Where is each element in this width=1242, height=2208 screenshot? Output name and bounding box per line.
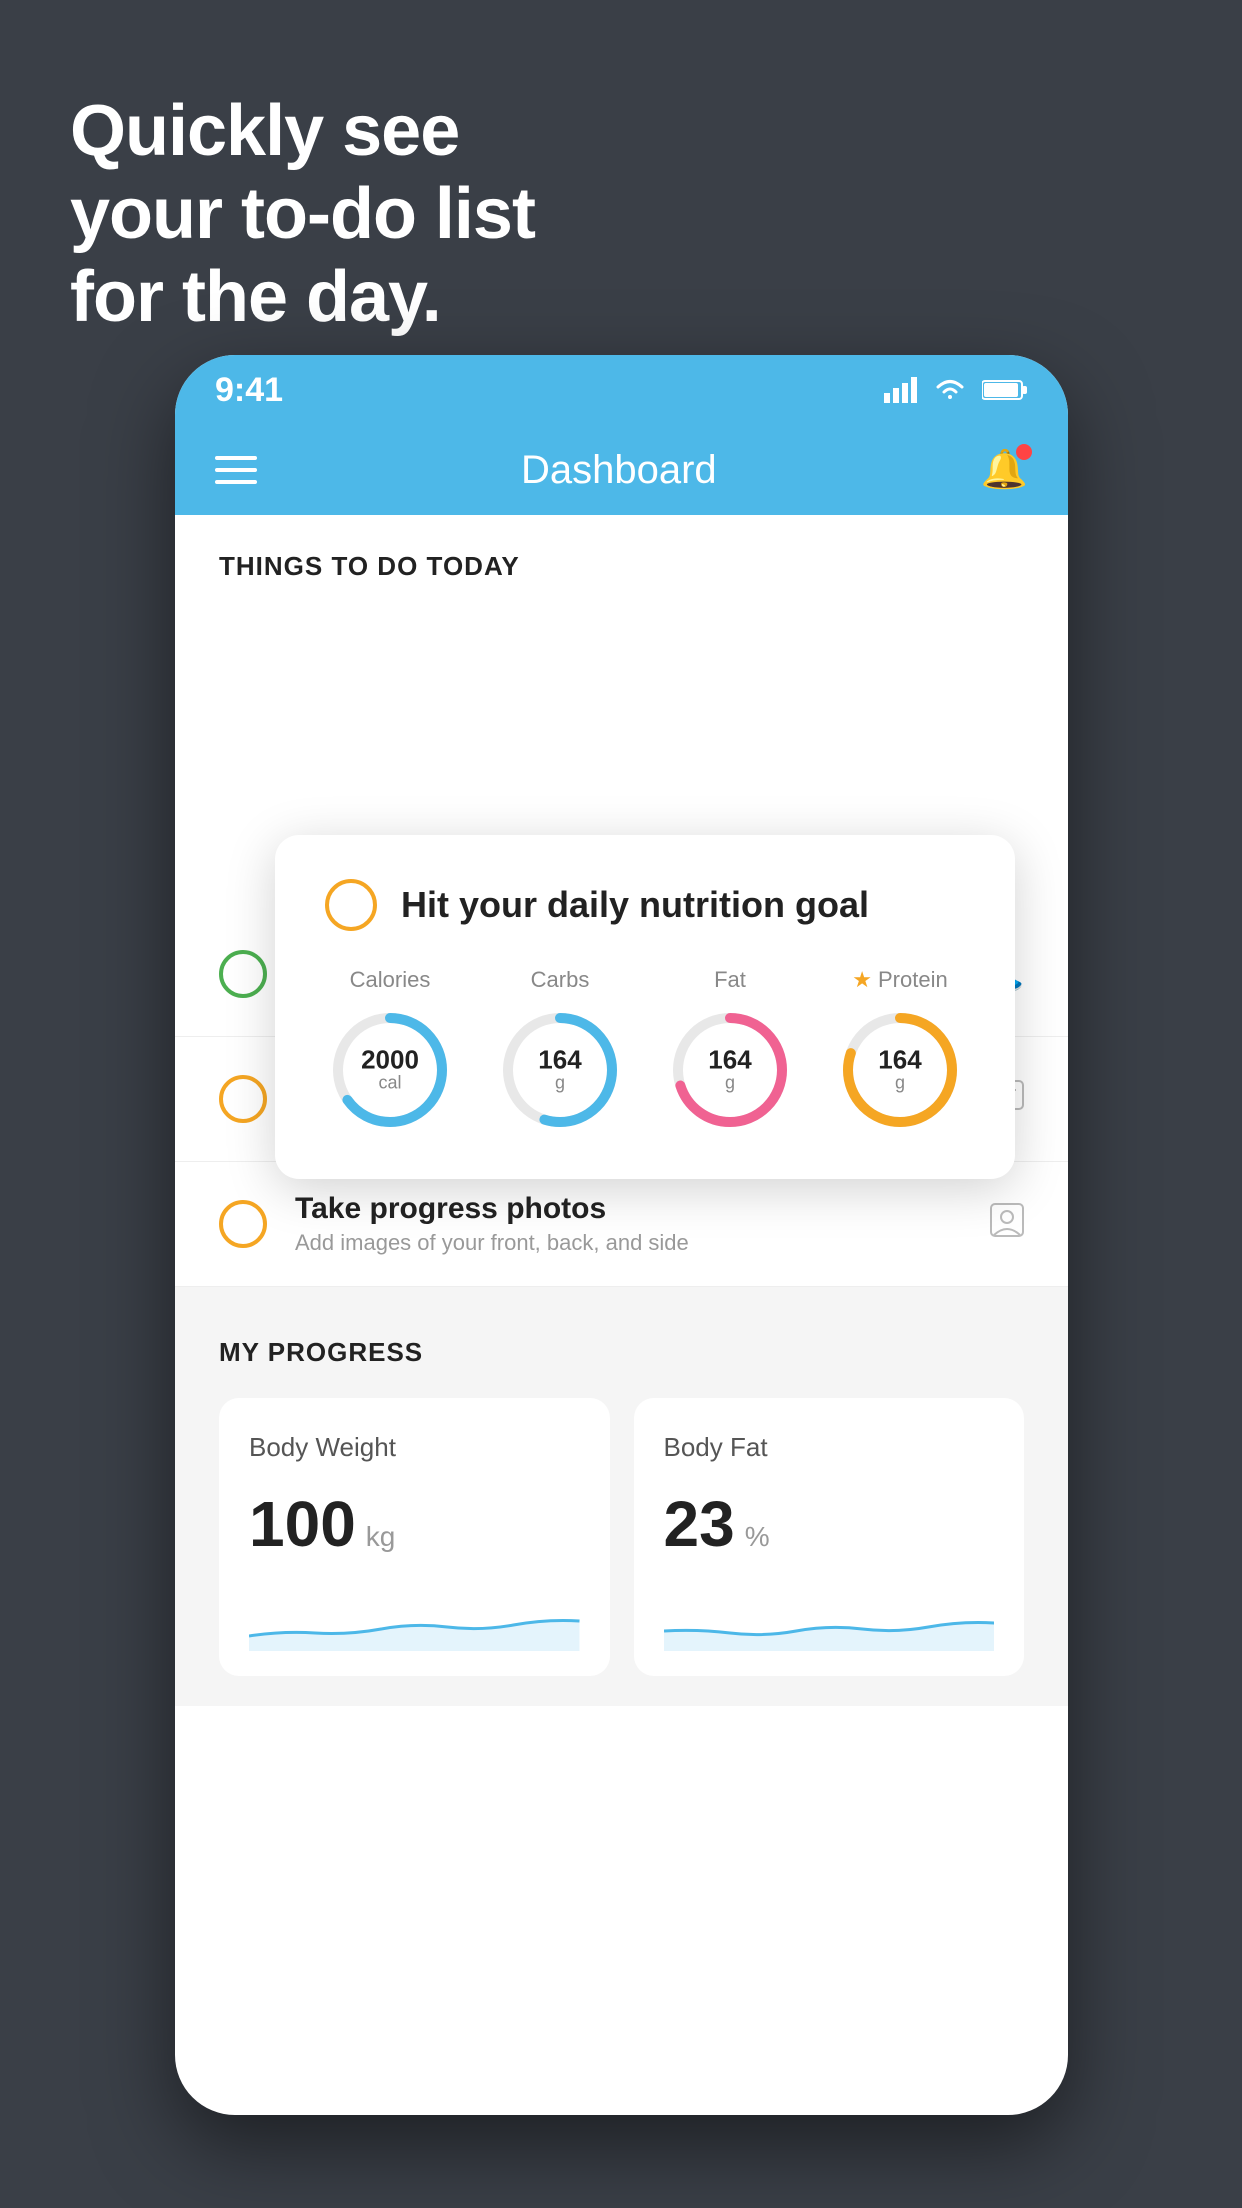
protein-star-icon: ★ — [852, 967, 872, 993]
calories-value: 2000 — [361, 1047, 419, 1073]
carbs-donut: 164 g — [495, 1005, 625, 1135]
protein-unit: g — [878, 1073, 921, 1094]
status-bar: 9:41 — [175, 355, 1068, 425]
photos-icon — [990, 1203, 1024, 1245]
body-fat-card-title: Body Fat — [664, 1432, 995, 1463]
calories-label: Calories — [350, 967, 431, 993]
body-weight-value-row: 100 kg — [249, 1487, 580, 1561]
signal-icon — [884, 377, 918, 403]
protein-value: 164 — [878, 1047, 921, 1073]
body-fat-value-row: 23 % — [664, 1487, 995, 1561]
fat-unit: g — [708, 1073, 751, 1094]
macro-protein: ★ Protein 164 g — [835, 967, 965, 1135]
notification-badge — [1016, 444, 1032, 460]
fat-value: 164 — [708, 1047, 751, 1073]
wifi-icon — [932, 377, 968, 403]
todo-circle-photos — [219, 1200, 267, 1248]
todo-circle-running — [219, 950, 267, 998]
app-header: Dashboard 🔔 — [175, 425, 1068, 515]
progress-section-title: MY PROGRESS — [219, 1337, 1024, 1368]
todo-text-photos: Take progress photos Add images of your … — [295, 1192, 962, 1256]
macro-carbs: Carbs 164 g — [495, 967, 625, 1135]
phone-mockup: 9:41 D — [175, 355, 1068, 2115]
body-fat-sparkline — [664, 1591, 995, 1651]
nutrition-card-title: Hit your daily nutrition goal — [401, 884, 869, 926]
notifications-button[interactable]: 🔔 — [981, 448, 1028, 492]
calories-unit: cal — [361, 1073, 419, 1094]
body-weight-card[interactable]: Body Weight 100 kg — [219, 1398, 610, 1676]
fat-donut: 164 g — [665, 1005, 795, 1135]
todo-sub-photos: Add images of your front, back, and side — [295, 1230, 962, 1256]
status-icons — [884, 377, 1028, 403]
header-title: Dashboard — [521, 448, 717, 493]
nutrition-card[interactable]: Hit your daily nutrition goal Calories 2… — [275, 835, 1015, 1179]
status-time: 9:41 — [215, 371, 283, 410]
progress-section: MY PROGRESS Body Weight 100 kg Body Fat … — [175, 1287, 1068, 1706]
fat-label: Fat — [714, 967, 746, 993]
battery-icon — [982, 378, 1028, 402]
progress-cards: Body Weight 100 kg Body Fat 23 % — [219, 1398, 1024, 1676]
todo-circle-body-stats — [219, 1075, 267, 1123]
todo-item-photos[interactable]: Take progress photos Add images of your … — [175, 1162, 1068, 1287]
body-weight-value: 100 — [249, 1487, 356, 1561]
things-to-do-label: THINGS TO DO TODAY — [175, 515, 1068, 602]
body-fat-unit: % — [745, 1521, 770, 1553]
body-fat-card[interactable]: Body Fat 23 % — [634, 1398, 1025, 1676]
headline: Quickly see your to-do list for the day. — [70, 90, 535, 338]
carbs-unit: g — [538, 1073, 581, 1094]
macro-fat: Fat 164 g — [665, 967, 795, 1135]
macro-calories: Calories 2000 cal — [325, 967, 455, 1135]
menu-button[interactable] — [215, 456, 257, 484]
body-weight-card-title: Body Weight — [249, 1432, 580, 1463]
todo-title-photos: Take progress photos — [295, 1192, 962, 1226]
calories-donut: 2000 cal — [325, 1005, 455, 1135]
macros-row: Calories 2000 cal Carbs — [325, 967, 965, 1135]
protein-donut: 164 g — [835, 1005, 965, 1135]
body-weight-sparkline — [249, 1591, 580, 1651]
protein-label-row: ★ Protein — [852, 967, 947, 993]
carbs-label: Carbs — [531, 967, 590, 993]
protein-label: Protein — [878, 967, 948, 993]
body-weight-unit: kg — [366, 1521, 396, 1553]
carbs-value: 164 — [538, 1047, 581, 1073]
body-fat-value: 23 — [664, 1487, 735, 1561]
nutrition-circle-check — [325, 879, 377, 931]
